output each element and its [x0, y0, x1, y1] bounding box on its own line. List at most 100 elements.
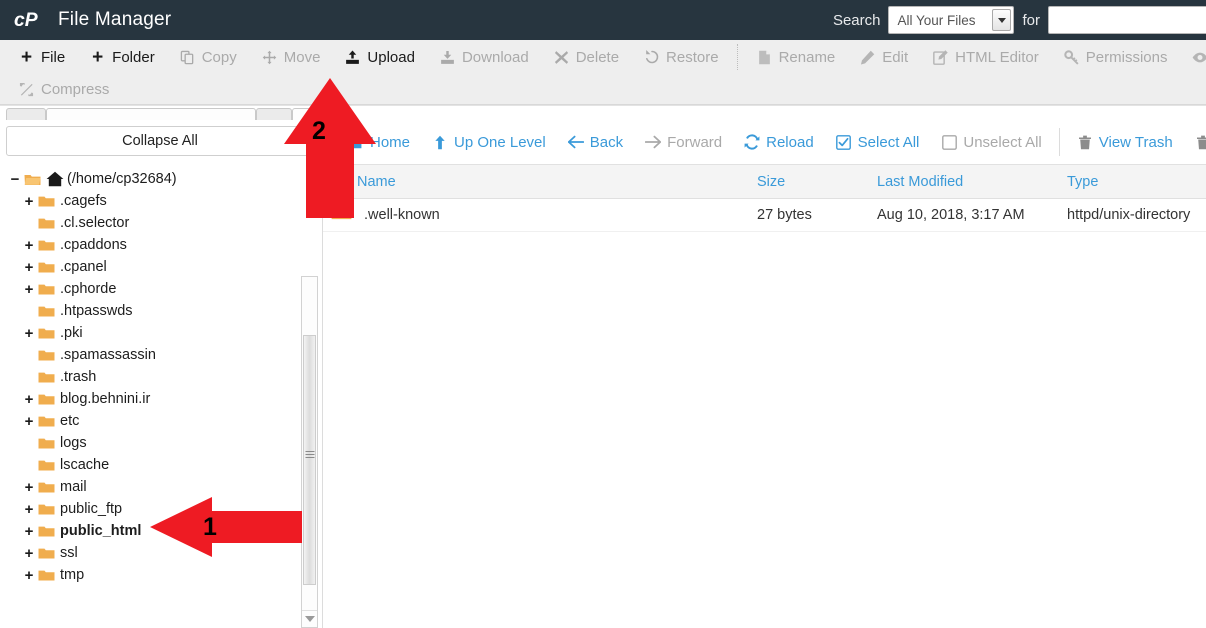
- back-button[interactable]: Back: [557, 127, 634, 157]
- folder-icon: [38, 547, 55, 560]
- copy-label: Copy: [201, 48, 237, 66]
- reload-button[interactable]: Reload: [733, 127, 825, 157]
- download-label: Download: [461, 48, 529, 66]
- unselect-all-button[interactable]: Unselect All: [930, 127, 1052, 157]
- expand-toggle-icon[interactable]: +: [22, 568, 36, 583]
- forward-button[interactable]: Forward: [634, 127, 733, 157]
- tree-item-logs[interactable]: logs: [8, 432, 322, 454]
- tree-item-label: .trash: [60, 368, 97, 385]
- scroll-down-button[interactable]: [302, 610, 317, 627]
- tree-item-label: public_html: [60, 522, 142, 539]
- tree-item-label: ssl: [60, 544, 78, 561]
- home-icon: [46, 171, 64, 187]
- tree-item-label: .cl.selector: [60, 214, 130, 231]
- annotation-label-1: 1: [203, 513, 217, 541]
- folder-icon: [38, 569, 55, 582]
- cell-name[interactable]: .well-known: [323, 198, 757, 232]
- tree-item-cl-selector[interactable]: .cl.selector: [8, 212, 322, 234]
- expand-toggle-icon[interactable]: +: [22, 480, 36, 495]
- arrow-left-icon: [567, 134, 584, 150]
- expand-toggle-icon[interactable]: +: [22, 194, 36, 209]
- search-scope-select[interactable]: All Your Files: [888, 6, 1015, 34]
- restore-label: Restore: [666, 48, 719, 66]
- copy-button[interactable]: Copy: [167, 42, 249, 72]
- file-list-table: Name Size Last Modified Type .well-known: [323, 165, 1206, 232]
- tree-item-pki[interactable]: + .pki: [8, 322, 322, 344]
- view-trash-label: View Trash: [1098, 133, 1173, 151]
- view-trash-button[interactable]: View Trash: [1066, 127, 1184, 157]
- up-one-level-button[interactable]: Up One Level: [421, 127, 557, 157]
- folder-icon: [38, 459, 55, 472]
- folder-icon: [38, 503, 55, 516]
- tree-item-cpaddons[interactable]: + .cpaddons: [8, 234, 322, 256]
- expand-toggle-icon[interactable]: +: [22, 414, 36, 429]
- scrollbar-thumb[interactable]: [303, 335, 316, 585]
- tree-item-mail[interactable]: + mail: [8, 476, 322, 498]
- navbar-divider: [1058, 128, 1060, 156]
- chevron-down-icon[interactable]: [992, 9, 1012, 31]
- empty-trash-button[interactable]: Empty Trash: [1184, 127, 1206, 157]
- column-header-name[interactable]: Name: [323, 165, 757, 199]
- tree-item-label: public_ftp: [60, 500, 123, 517]
- select-all-label: Select All: [857, 133, 920, 151]
- view-button[interactable]: View: [1179, 42, 1206, 72]
- html-editor-button[interactable]: HTML Editor: [920, 42, 1051, 72]
- collapse-all-label: Collapse All: [122, 133, 198, 149]
- partial-control-strip: [0, 105, 1206, 120]
- expand-toggle-icon[interactable]: +: [22, 502, 36, 517]
- column-header-last-modified[interactable]: Last Modified: [877, 165, 1067, 199]
- tree-item-lscache[interactable]: lscache: [8, 454, 322, 476]
- tree-item-label: .spamassassin: [60, 346, 156, 363]
- expand-toggle-icon[interactable]: +: [22, 282, 36, 297]
- new-folder-button[interactable]: + Folder: [77, 42, 167, 72]
- move-button[interactable]: Move: [249, 42, 333, 72]
- expand-toggle-icon[interactable]: +: [22, 238, 36, 253]
- tree-vertical-scrollbar[interactable]: [301, 276, 318, 628]
- select-all-button[interactable]: Select All: [825, 127, 931, 157]
- collapse-all-button[interactable]: Collapse All: [6, 126, 314, 156]
- html-editor-icon: [932, 49, 949, 66]
- delete-label: Delete: [575, 48, 620, 66]
- tree-item-cpanel[interactable]: + .cpanel: [8, 256, 322, 278]
- permissions-label: Permissions: [1085, 48, 1168, 66]
- search-input[interactable]: [1048, 6, 1206, 34]
- tree-item-htpasswds[interactable]: .htpasswds: [8, 300, 322, 322]
- expand-toggle-icon[interactable]: +: [22, 524, 36, 539]
- table-row[interactable]: .well-known 27 bytes Aug 10, 2018, 3:17 …: [323, 198, 1206, 232]
- restore-button[interactable]: Restore: [631, 42, 731, 72]
- new-folder-label: Folder: [112, 48, 155, 66]
- expand-toggle-icon[interactable]: +: [22, 260, 36, 275]
- new-file-button[interactable]: + File: [6, 42, 77, 72]
- column-header-size[interactable]: Size: [757, 165, 877, 199]
- pencil-icon: [859, 49, 876, 66]
- tree-item-label: .cpaddons: [60, 236, 127, 253]
- tree-item-etc[interactable]: + etc: [8, 410, 322, 432]
- page-title: File Manager: [58, 9, 172, 30]
- tree-item-blog-behnini-ir[interactable]: + blog.behnini.ir: [8, 388, 322, 410]
- upload-button[interactable]: Upload: [332, 42, 427, 72]
- tree-item-home[interactable]: − (/home/cp32684): [8, 168, 322, 190]
- tree-item-cphorde[interactable]: + .cphorde: [8, 278, 322, 300]
- tree-item-trash[interactable]: .trash: [8, 366, 322, 388]
- annotation-label-2: 2: [312, 117, 326, 145]
- tree-item-cagefs[interactable]: + .cagefs: [8, 190, 322, 212]
- expand-toggle-icon[interactable]: +: [22, 546, 36, 561]
- expand-toggle-icon[interactable]: +: [22, 326, 36, 341]
- expand-toggle-icon[interactable]: +: [22, 392, 36, 407]
- folder-icon: [38, 393, 55, 406]
- compress-label: Compress: [41, 80, 110, 98]
- delete-button[interactable]: Delete: [541, 42, 631, 72]
- compress-button[interactable]: Compress: [6, 74, 121, 104]
- column-header-type[interactable]: Type: [1067, 165, 1206, 199]
- edit-button[interactable]: Edit: [847, 42, 920, 72]
- tree-item-tmp[interactable]: + tmp: [8, 564, 322, 586]
- tree-item-label: mail: [60, 478, 87, 495]
- rename-button[interactable]: Rename: [744, 42, 848, 72]
- permissions-button[interactable]: Permissions: [1051, 42, 1180, 72]
- upload-label: Upload: [367, 48, 415, 66]
- annotation-arrow-1: [150, 497, 302, 557]
- toolbar-row-secondary: Compress: [0, 74, 1206, 104]
- collapse-toggle-icon[interactable]: −: [8, 172, 22, 187]
- tree-item-spamassassin[interactable]: .spamassassin: [8, 344, 322, 366]
- download-button[interactable]: Download: [427, 42, 541, 72]
